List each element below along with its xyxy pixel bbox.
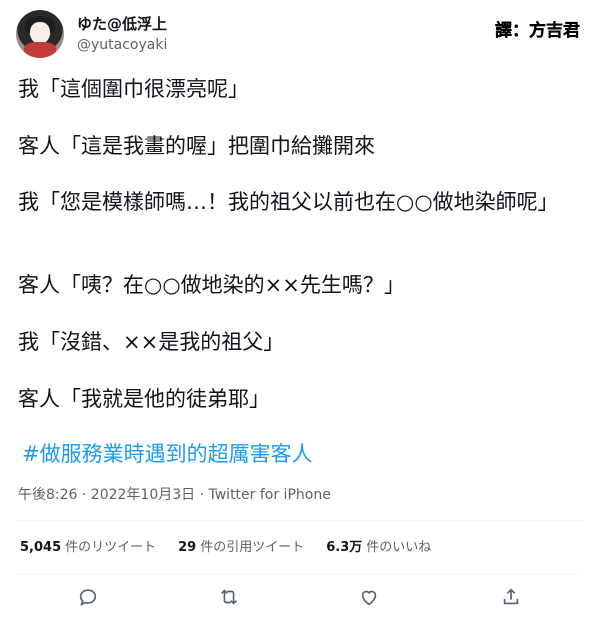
likes-count: 6.3万	[326, 540, 363, 555]
share-icon	[503, 588, 519, 605]
retweet-button[interactable]	[215, 583, 243, 611]
hashtag-link[interactable]: #做服務業時遇到的超厲害客人	[22, 440, 313, 468]
retweets-count: 5,045	[20, 540, 62, 555]
reply-button[interactable]	[74, 583, 102, 611]
translator-credit: 譯：方吉君	[495, 21, 580, 41]
retweets-stat[interactable]: 5,045 件のリツイート	[20, 539, 156, 557]
divider	[16, 520, 582, 521]
retweets-label: 件のリツイート	[65, 540, 157, 555]
tweet-timestamp[interactable]: 午後8:26 · 2022年10月3日 · Twitter for iPhone	[18, 486, 331, 504]
tweet-line: 我「沒錯、××是我的祖父」	[18, 330, 285, 354]
tweet-line: 我「您是模樣師嗎…！我的祖父以前也在○○做地染師呢」	[18, 190, 559, 214]
tweet-line: 客人「我就是他的徒弟耶」	[18, 387, 270, 411]
avatar-face	[30, 22, 50, 44]
likes-stat[interactable]: 6.3万 件のいいね	[326, 539, 431, 557]
divider	[16, 574, 582, 575]
like-button[interactable]	[355, 583, 383, 611]
quotes-stat[interactable]: 29 件の引用ツイート	[178, 539, 304, 557]
share-button[interactable]	[497, 583, 525, 611]
tweet-actions	[0, 583, 598, 613]
quotes-count: 29	[178, 540, 197, 555]
engagement-stats: 5,045 件のリツイート 29 件の引用ツイート 6.3万 件のいいね	[20, 539, 453, 557]
author-handle[interactable]: @yutacoyaki	[77, 36, 167, 54]
tweet-line: 客人「這是我畫的喔」把圍巾給攤開來	[18, 134, 375, 158]
quotes-label: 件の引用ツイート	[200, 540, 305, 555]
retweet-icon	[221, 589, 237, 605]
likes-label: 件のいいね	[366, 540, 432, 555]
tweet-line: 我「這個圍巾很漂亮呢」	[18, 77, 249, 101]
avatar-scarf	[24, 42, 56, 58]
reply-icon	[79, 589, 97, 606]
heart-icon	[361, 590, 377, 606]
tweet-line: 客人「咦？在○○做地染的××先生嗎？」	[18, 273, 405, 297]
avatar[interactable]	[16, 10, 64, 58]
author-display-name[interactable]: ゆた@低浮上	[77, 14, 167, 34]
